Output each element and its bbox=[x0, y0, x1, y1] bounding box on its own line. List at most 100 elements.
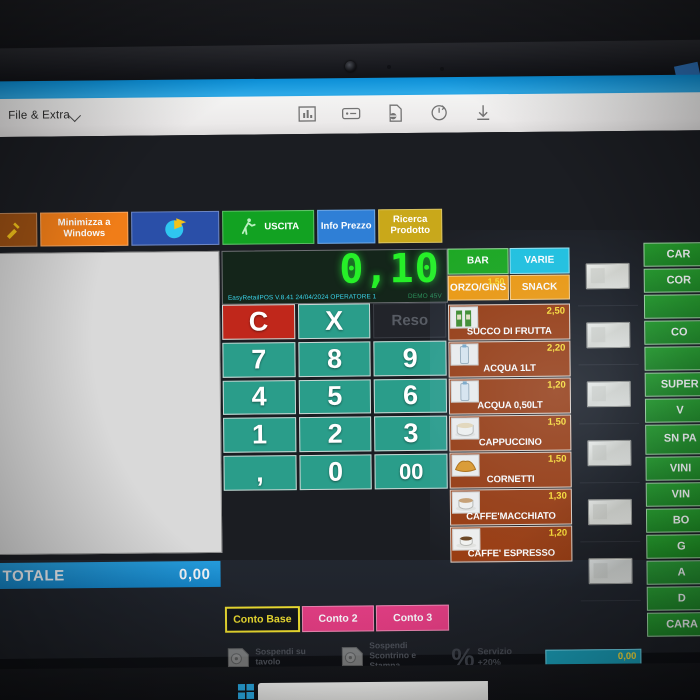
key-double-zero[interactable]: 00 bbox=[374, 453, 448, 490]
key-3[interactable]: 3 bbox=[374, 416, 448, 452]
product-price: 2,20 bbox=[546, 342, 566, 354]
conto-base-button[interactable]: Conto Base bbox=[224, 606, 300, 633]
product-price: 1,50 bbox=[547, 453, 567, 465]
product-item[interactable]: 1,20 ACQUA 0,50LT bbox=[448, 377, 572, 415]
department-button[interactable]: COR bbox=[643, 268, 700, 293]
product-name: CAFFE'MACCHIATO bbox=[466, 510, 556, 523]
department-button[interactable]: CARA bbox=[646, 612, 700, 637]
key-4[interactable]: 4 bbox=[222, 379, 296, 416]
banknote-icon bbox=[586, 380, 631, 408]
category-snack-label: SNACK bbox=[521, 281, 558, 293]
document-icon[interactable] bbox=[385, 103, 405, 123]
card-icon[interactable] bbox=[341, 103, 361, 123]
category-orzo-gins[interactable]: 1,50 ORZO/GINS bbox=[447, 274, 509, 301]
department-button[interactable]: G bbox=[646, 534, 700, 559]
category-orzo-price: 1,50 bbox=[487, 275, 505, 286]
product-item[interactable]: 2,20 ACQUA 1LT bbox=[448, 340, 571, 378]
chart-icon[interactable] bbox=[297, 104, 317, 124]
key-1[interactable]: 1 bbox=[223, 417, 297, 454]
banknote-row[interactable] bbox=[578, 305, 639, 366]
key-2[interactable]: 2 bbox=[298, 416, 372, 453]
webcam-icon bbox=[345, 61, 356, 72]
key-clear[interactable]: C bbox=[221, 304, 295, 340]
totale-label: TOTALE bbox=[2, 566, 65, 585]
ricerca-prodotto-button[interactable]: Ricerca Prodotto bbox=[378, 208, 443, 244]
cappuccino-cup-icon bbox=[451, 417, 480, 440]
department-button[interactable]: VINI bbox=[645, 456, 700, 481]
department-button[interactable] bbox=[644, 346, 700, 371]
banknote-icon bbox=[587, 439, 632, 467]
product-price: 2,50 bbox=[546, 305, 566, 317]
category-grid: BAR VARIE 1,50 ORZO/GINS SNACK bbox=[447, 247, 570, 301]
product-name: SUCCO DI FRUTTA bbox=[466, 325, 552, 338]
uscita-label: USCITA bbox=[264, 220, 300, 233]
conto-selector: Conto Base Conto 2 Conto 3 bbox=[224, 604, 450, 633]
totale-bar: TOTALE 0,00 bbox=[0, 560, 221, 590]
servizio-line1: Servizio bbox=[477, 646, 513, 657]
banknote-icon bbox=[587, 498, 633, 526]
department-button[interactable]: SN PA bbox=[645, 424, 700, 455]
category-varie[interactable]: VARIE bbox=[508, 247, 570, 274]
toolbar-icon-group bbox=[297, 102, 493, 124]
minimize-to-windows-button[interactable]: Minimizza a Windows bbox=[40, 211, 129, 247]
conto-2-button[interactable]: Conto 2 bbox=[301, 605, 375, 633]
product-item[interactable]: 2,50 SUCCO DI FRUTTA bbox=[447, 303, 571, 341]
pie-chart-button[interactable] bbox=[131, 210, 220, 246]
banknote-row[interactable] bbox=[578, 364, 640, 425]
product-item[interactable]: 1,20 CAFFE' ESPRESSO bbox=[450, 525, 573, 563]
amount-display: 0,10 EasyRetailPOS V.8.41 24/04/2024 OPE… bbox=[221, 248, 448, 305]
info-prezzo-button[interactable]: Info Prezzo bbox=[317, 209, 376, 244]
download-icon[interactable] bbox=[473, 102, 493, 122]
key-6[interactable]: 6 bbox=[374, 378, 448, 414]
category-snack[interactable]: SNACK bbox=[509, 273, 570, 301]
banknote-row[interactable] bbox=[580, 541, 641, 602]
banknote-row[interactable] bbox=[577, 246, 639, 307]
pie-chart-icon bbox=[165, 218, 187, 239]
key-7[interactable]: 7 bbox=[222, 341, 296, 378]
key-9[interactable]: 9 bbox=[373, 340, 447, 376]
product-list: 2,50 SUCCO DI FRUTTA 2,20 ACQUA 1LT 1,20… bbox=[447, 303, 573, 563]
key-8[interactable]: 8 bbox=[298, 341, 372, 377]
department-button[interactable]: SUPER bbox=[644, 372, 700, 397]
product-item[interactable]: 1,50 CAPPUCCINO bbox=[449, 414, 572, 452]
banknote-icon bbox=[585, 262, 630, 290]
department-button[interactable]: CO bbox=[644, 320, 700, 345]
coffee-cup-icon bbox=[451, 491, 480, 514]
key-0[interactable]: 0 bbox=[299, 454, 373, 491]
department-button[interactable] bbox=[643, 294, 700, 319]
department-button[interactable]: A bbox=[646, 560, 700, 585]
uscita-button[interactable]: USCITA bbox=[222, 209, 315, 245]
conto-3-button[interactable]: Conto 3 bbox=[376, 604, 450, 632]
category-bar[interactable]: BAR bbox=[447, 248, 509, 275]
key-5[interactable]: 5 bbox=[298, 378, 372, 415]
juice-bottles-icon bbox=[450, 306, 479, 329]
department-button[interactable]: V bbox=[644, 398, 700, 423]
windows-start-icon[interactable] bbox=[237, 683, 255, 700]
product-name: CAFFE' ESPRESSO bbox=[467, 547, 556, 560]
department-button[interactable]: VIN bbox=[645, 482, 700, 507]
key-comma[interactable]: , bbox=[223, 455, 297, 491]
receipt-panel[interactable] bbox=[0, 250, 223, 556]
key-x[interactable]: X bbox=[297, 303, 371, 339]
product-item[interactable]: 1,30 CAFFE'MACCHIATO bbox=[449, 488, 573, 526]
banknote-icon bbox=[586, 321, 631, 349]
refresh-icon[interactable] bbox=[429, 103, 449, 123]
banknote-row[interactable] bbox=[579, 482, 641, 543]
department-button[interactable]: CAR bbox=[643, 242, 700, 267]
product-name: CORNETTI bbox=[486, 473, 535, 486]
file-extra-menu[interactable]: File & Extra bbox=[8, 109, 70, 122]
product-price: 1,20 bbox=[547, 379, 566, 391]
maggiorazione-value: 0,00 bbox=[617, 650, 637, 663]
croissant-icon bbox=[451, 454, 480, 477]
sospendi-su-tavolo-label: Sospendi su tavolo bbox=[255, 646, 306, 667]
tools-button[interactable] bbox=[0, 212, 38, 248]
department-button[interactable]: BO bbox=[645, 508, 700, 533]
taskbar-window-strip[interactable] bbox=[257, 680, 489, 700]
banknote-row[interactable] bbox=[579, 423, 640, 484]
pos-workspace: Minimizza a Windows USCITA Info Prezzo R… bbox=[0, 130, 700, 700]
product-item[interactable]: 1,50 CORNETTI bbox=[449, 451, 572, 489]
microphone-icon bbox=[387, 65, 391, 69]
department-button[interactable]: D bbox=[646, 586, 700, 611]
product-name: ACQUA 1LT bbox=[483, 362, 536, 375]
microphone-icon bbox=[440, 67, 444, 71]
